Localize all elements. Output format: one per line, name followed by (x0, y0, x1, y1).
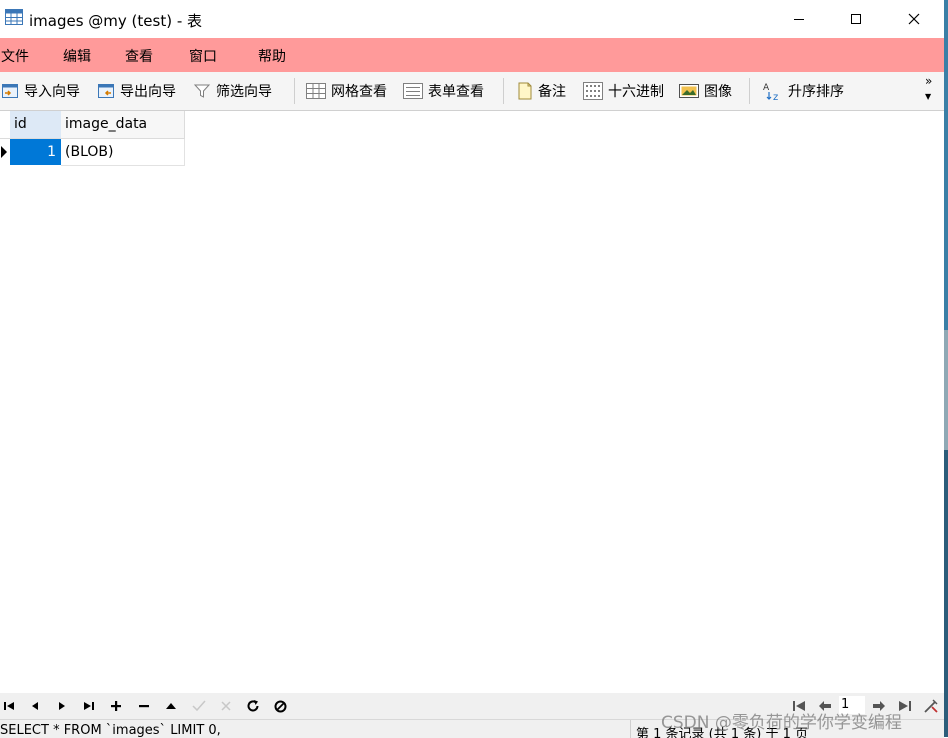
grid-view-button[interactable]: 网格查看 (306, 80, 387, 102)
column-header-label: image_data (65, 116, 148, 132)
table-icon (5, 9, 23, 25)
minimize-button[interactable] (770, 0, 828, 38)
toolbar-separator (749, 78, 750, 104)
image-button[interactable]: 图像 (679, 80, 732, 102)
import-wizard-label: 导入向导 (24, 84, 80, 100)
triangle-up-icon (166, 703, 176, 709)
refresh-button[interactable] (244, 697, 262, 715)
form-view-label: 表单查看 (428, 84, 484, 100)
memo-button[interactable]: 备注 (517, 80, 566, 102)
export-icon (98, 84, 114, 98)
plus-icon (111, 701, 121, 711)
column-header-image-data[interactable]: image_data (61, 111, 185, 139)
apply-changes-button (190, 697, 208, 715)
menu-bar: 文件 编辑 查看 窗口 帮助 (0, 38, 944, 72)
next-record-button[interactable] (53, 697, 71, 715)
previous-icon (32, 702, 38, 710)
hex-button[interactable]: 十六进制 (583, 80, 664, 102)
toolbar-separator (294, 78, 295, 104)
close-button[interactable] (885, 0, 943, 38)
page-settings-button[interactable] (922, 697, 940, 715)
cell-image-data[interactable]: (BLOB) (61, 139, 185, 166)
stop-button[interactable] (271, 697, 289, 715)
image-label: 图像 (704, 84, 732, 100)
memo-label: 备注 (538, 84, 566, 100)
column-header-id[interactable]: id (10, 111, 62, 139)
menu-edit[interactable]: 编辑 (63, 46, 91, 66)
edit-record-button[interactable] (162, 697, 180, 715)
close-icon (908, 13, 920, 25)
row-indicator-header (0, 111, 10, 139)
last-record-icon (84, 702, 94, 710)
menu-help[interactable]: 帮助 (258, 46, 286, 66)
sort-ascending-label: 升序排序 (788, 84, 844, 100)
minus-icon (139, 705, 149, 708)
form-icon (403, 83, 423, 99)
status-divider (630, 720, 631, 738)
import-icon (2, 84, 18, 98)
memo-icon (518, 82, 532, 100)
toolbar-separator (503, 78, 504, 104)
cross-icon (221, 701, 231, 711)
title-bar: images @my (test) - 表 (0, 0, 944, 38)
desktop-edge (944, 0, 948, 737)
settings-icon (924, 699, 938, 713)
export-wizard-button[interactable]: 导出向导 (97, 80, 176, 102)
filter-wizard-label: 筛选向导 (216, 84, 272, 100)
add-record-button[interactable] (107, 697, 125, 715)
maximize-icon (851, 14, 861, 24)
grid-icon (306, 83, 326, 99)
toolbar-overflow-icon: » (925, 74, 933, 88)
row-pointer-icon (1, 146, 7, 158)
menu-view[interactable]: 查看 (125, 46, 153, 66)
first-record-icon (4, 702, 14, 710)
toolbar: 导入向导 导出向导 筛选向导 网格查看 表单查看 备注 十六进制 图像 A z … (0, 72, 944, 111)
cell-value: 1 (47, 144, 56, 160)
import-wizard-button[interactable]: 导入向导 (1, 80, 80, 102)
chevron-down-icon: ▼ (925, 92, 932, 101)
minimize-icon (794, 19, 804, 20)
refresh-icon (247, 700, 259, 712)
column-header-label: id (14, 116, 27, 132)
maximize-button[interactable] (827, 0, 885, 38)
sort-ascending-button[interactable]: A z 升序排序 (763, 80, 844, 102)
hex-label: 十六进制 (608, 84, 664, 100)
status-sql-query: SELECT * FROM `images` LIMIT 0, (0, 723, 221, 738)
svg-text:z: z (773, 92, 778, 101)
current-row-indicator (0, 139, 10, 165)
watermark: CSDN @零负荷的学你学变编程 (661, 713, 902, 733)
svg-text:A: A (763, 83, 770, 93)
cell-id[interactable]: 1 (10, 139, 61, 165)
first-record-button[interactable] (0, 697, 18, 715)
discard-changes-button (217, 697, 235, 715)
previous-record-button[interactable] (26, 697, 44, 715)
hex-icon (583, 82, 603, 100)
sort-ascending-icon: A z (763, 83, 778, 101)
window-title: images @my (test) - 表 (29, 12, 203, 30)
next-icon (59, 702, 65, 710)
menu-file[interactable]: 文件 (1, 46, 29, 66)
grid-view-label: 网格查看 (331, 84, 387, 100)
check-icon (192, 700, 206, 712)
cell-value: (BLOB) (65, 144, 114, 160)
form-view-button[interactable]: 表单查看 (403, 80, 484, 102)
filter-icon (193, 84, 211, 98)
filter-wizard-button[interactable]: 筛选向导 (193, 80, 272, 102)
last-record-button[interactable] (80, 697, 98, 715)
stop-icon (274, 700, 286, 712)
image-icon (679, 84, 699, 98)
toolbar-overflow-button[interactable]: » ▼ (925, 74, 932, 104)
export-wizard-label: 导出向导 (120, 84, 176, 100)
menu-window[interactable]: 窗口 (189, 46, 217, 66)
delete-record-button[interactable] (135, 697, 153, 715)
